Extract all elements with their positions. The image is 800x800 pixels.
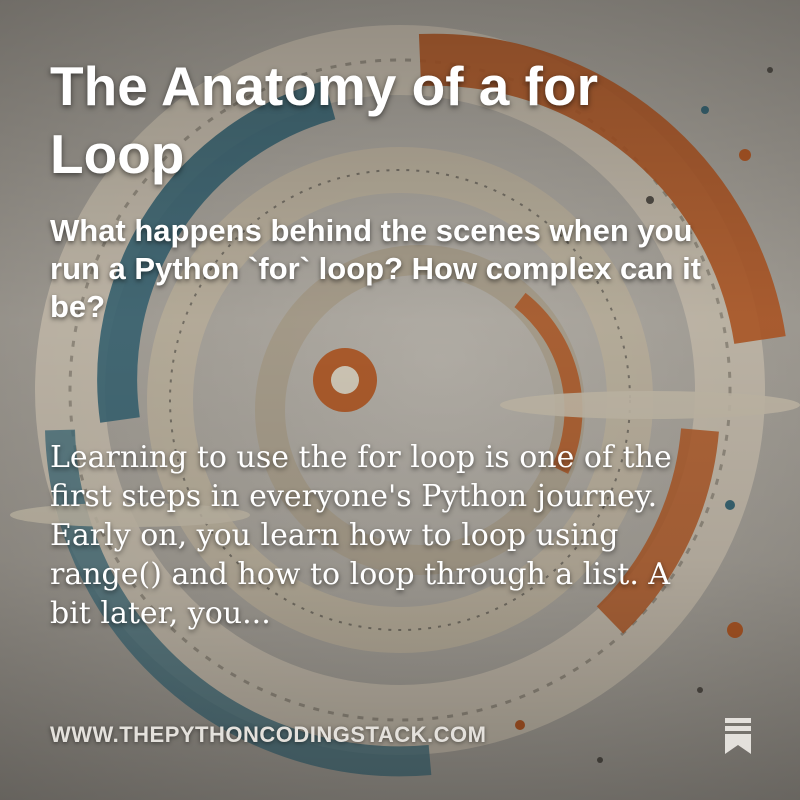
post-excerpt: Learning to use the for loop is one of t… [50,440,672,631]
post-subtitle: What happens behind the scenes when you … [50,213,702,324]
post-preview-card[interactable]: The Anatomy of a for Loop What happens b… [0,0,800,800]
bookmark-icon[interactable] [722,716,754,756]
site-url-link[interactable]: WWW.THEPYTHONCODINGSTACK.COM [50,722,486,748]
post-title[interactable]: The Anatomy of a for Loop [50,52,610,188]
